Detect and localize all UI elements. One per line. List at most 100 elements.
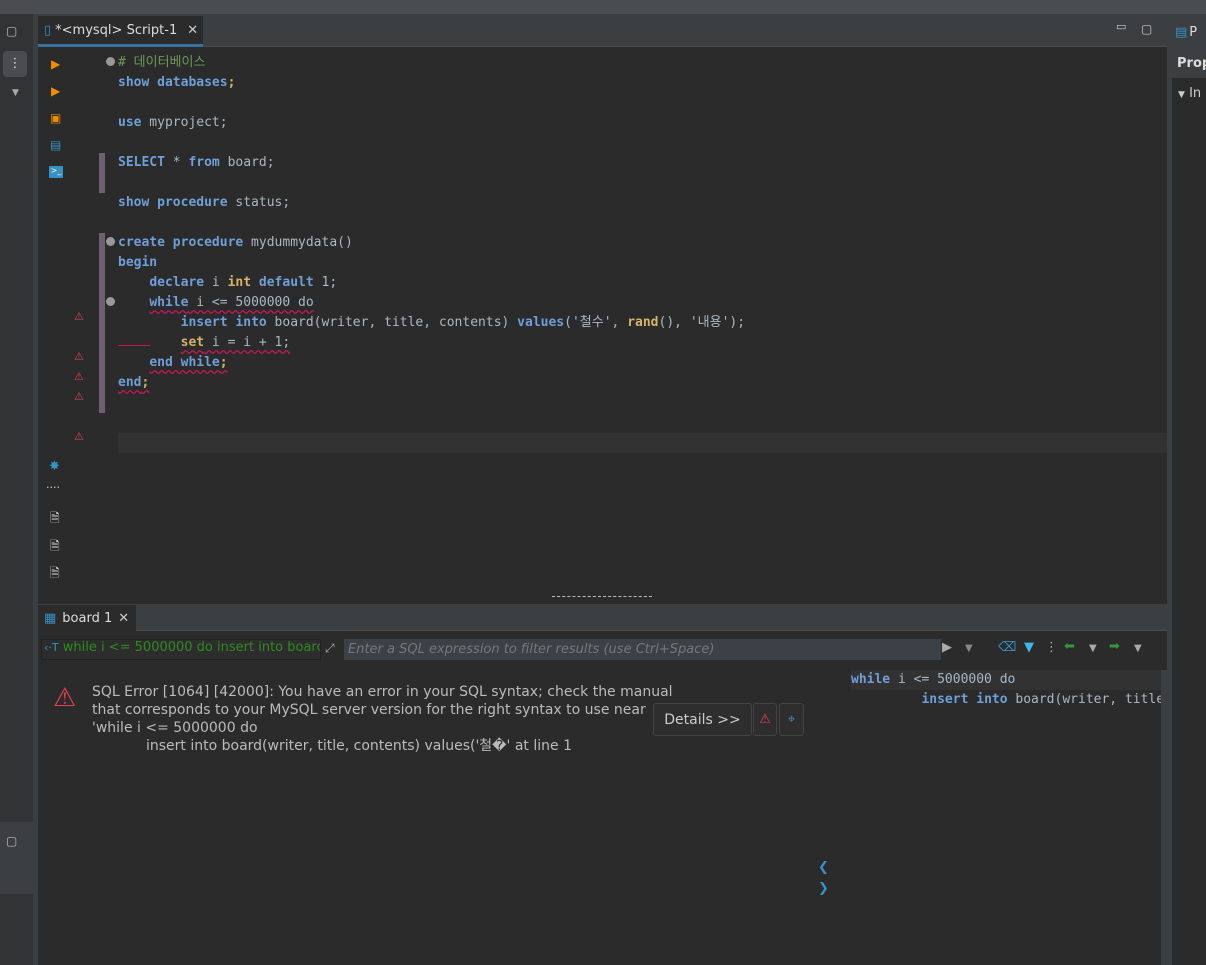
- splitter-handle[interactable]: [552, 596, 652, 597]
- error-text: SQL Error [1064] [42000]: You have an er…: [92, 684, 673, 700]
- code-lines: # 데이터베이스 show databases; use myproject; …: [118, 53, 745, 393]
- query-text-field[interactable]: ‹·T while i <= 5000000 do insert into bo…: [41, 639, 321, 660]
- properties-header: Prop: [1172, 48, 1206, 78]
- sql-preview: while i <= 5000000 do insert into board(…: [851, 670, 1161, 710]
- error-icon: ⚠: [74, 370, 84, 383]
- error-icon: ⚠: [74, 310, 84, 323]
- fold-icon[interactable]: [106, 237, 115, 246]
- tab-properties[interactable]: P: [1189, 25, 1197, 40]
- dropdown-icon[interactable]: ▼: [12, 88, 19, 98]
- locate-error-button[interactable]: ⌖: [779, 703, 804, 736]
- filter-history-dropdown[interactable]: ▼: [965, 643, 973, 654]
- token: ;: [141, 375, 150, 390]
- keyword: use: [118, 115, 142, 130]
- token: ('철수',: [564, 315, 628, 330]
- terminal-icon[interactable]: >_: [49, 166, 63, 178]
- apply-filter-icon[interactable]: ▶: [942, 640, 952, 655]
- tab-title: *<mysql> Script-1: [55, 22, 178, 38]
- keyword: end while: [149, 355, 220, 370]
- settings-icon[interactable]: ✸: [49, 459, 60, 474]
- error-text: that corresponds to your MySQL server ve…: [92, 702, 646, 718]
- token: ;: [219, 355, 228, 370]
- maximize-icon[interactable]: ▢: [6, 24, 17, 38]
- forward-icon[interactable]: ➡: [1109, 639, 1120, 654]
- forward-dropdown[interactable]: ▼: [1134, 643, 1142, 654]
- tab-script-1[interactable]: ▯ *<mysql> Script-1 ✕: [38, 16, 203, 47]
- collapse-left-icon[interactable]: ❮: [818, 860, 829, 875]
- statement-marker: [99, 153, 105, 193]
- error-underline: [118, 345, 150, 346]
- token: 1;: [313, 275, 338, 290]
- sql-editor[interactable]: ▶ ▶ ▣ ▤ >_ ✸ ···· 🗎 🗎 🗎 ⚠ ⚠ ⚠ ⚠ ⚠ # 데이터베…: [38, 16, 1167, 604]
- error-message: SQL Error [1064] [42000]: You have an er…: [92, 683, 673, 755]
- eraser-icon[interactable]: ⌫: [998, 640, 1016, 655]
- token: board(writer, title: [1007, 692, 1161, 707]
- properties-panel: ▤P Prop ▼ In: [1172, 16, 1206, 965]
- more-icon[interactable]: ····: [46, 481, 60, 494]
- back-icon[interactable]: ⬅: [1064, 639, 1075, 654]
- export-icon[interactable]: 🗎: [50, 509, 60, 530]
- token: (), '내용');: [658, 315, 746, 330]
- fold-icon[interactable]: [106, 57, 115, 66]
- keyword: while: [851, 672, 891, 687]
- expand-right-icon[interactable]: ❯: [818, 881, 829, 896]
- token: board(writer, title, contents): [266, 315, 518, 330]
- query-text: while i <= 5000000 do insert into boarc: [62, 640, 321, 655]
- scrollbar[interactable]: [1161, 670, 1167, 965]
- token: ;: [227, 75, 236, 90]
- text-icon: ‹·T: [44, 641, 59, 654]
- execute-statement-icon[interactable]: ▶: [51, 57, 60, 71]
- token: status;: [227, 195, 291, 210]
- error-icon: ⚠: [53, 683, 77, 713]
- load-script-icon[interactable]: 🗎: [50, 537, 60, 558]
- error-icon: ⚠: [74, 390, 84, 403]
- expand-icon[interactable]: ⤢: [325, 641, 335, 656]
- error-log-button[interactable]: ⚠: [753, 703, 777, 736]
- filter-icon[interactable]: ▼: [1024, 640, 1034, 655]
- properties-item[interactable]: ▼ In: [1178, 86, 1201, 101]
- keyword: SELECT: [118, 155, 165, 170]
- tab-board-1[interactable]: ▦ board 1 ✕: [38, 605, 136, 631]
- keyword: insert into: [180, 315, 267, 330]
- keyword: begin: [118, 255, 158, 270]
- keyword: set: [180, 335, 205, 350]
- sql-script-icon: ▯: [44, 22, 52, 38]
- editor-tab-bar: ▯ *<mysql> Script-1 ✕ ▭ ▢: [38, 16, 1167, 47]
- left-side-panel: ▢ ⋮ ▼ ▢: [0, 14, 33, 965]
- fold-icon[interactable]: [106, 297, 115, 306]
- error-text: insert into board(writer, title, content…: [146, 738, 572, 754]
- results-panel: ▦ board 1 ✕ ‹·T while i <= 5000000 do in…: [38, 605, 1167, 965]
- error-text: 'while i <= 5000000 do: [92, 720, 258, 736]
- minimize-icon[interactable]: ▭: [1116, 20, 1126, 33]
- execute-script-icon[interactable]: ▣: [50, 111, 61, 125]
- top-toolbar: [0, 0, 1206, 14]
- minimized-panel: ▢: [0, 822, 33, 894]
- maximize-icon[interactable]: ▢: [1141, 22, 1152, 36]
- token: board;: [219, 155, 275, 170]
- execute-new-tab-icon[interactable]: ▶: [51, 84, 60, 98]
- details-button[interactable]: Details >>: [653, 703, 752, 736]
- more-icon[interactable]: ⋮: [1045, 640, 1058, 655]
- keyword: insert into: [921, 692, 1008, 707]
- restore-icon[interactable]: ▢: [6, 834, 17, 848]
- close-icon[interactable]: ✕: [118, 611, 129, 626]
- keyword: from: [188, 155, 220, 170]
- token: i <= 5000000 do: [890, 672, 1016, 687]
- explain-plan-icon[interactable]: ▤: [50, 138, 61, 152]
- tab-title: board 1: [62, 610, 113, 626]
- token: *: [164, 155, 189, 170]
- keyword: create procedure: [118, 235, 244, 250]
- save-script-icon[interactable]: 🗎: [50, 564, 60, 585]
- keyword: show databases: [118, 75, 228, 90]
- close-icon[interactable]: ✕: [187, 23, 198, 38]
- keyword: end: [118, 375, 142, 390]
- keyword: while: [149, 295, 189, 310]
- back-dropdown[interactable]: ▼: [1089, 643, 1097, 654]
- properties-icon: ▤: [1175, 24, 1188, 40]
- token: i: [204, 275, 228, 290]
- filter-input[interactable]: Enter a SQL expression to filter results…: [344, 639, 941, 660]
- menu-icon[interactable]: ⋮: [3, 51, 27, 77]
- error-icon: ⚠: [74, 350, 84, 363]
- token: mydummydata(): [243, 235, 353, 250]
